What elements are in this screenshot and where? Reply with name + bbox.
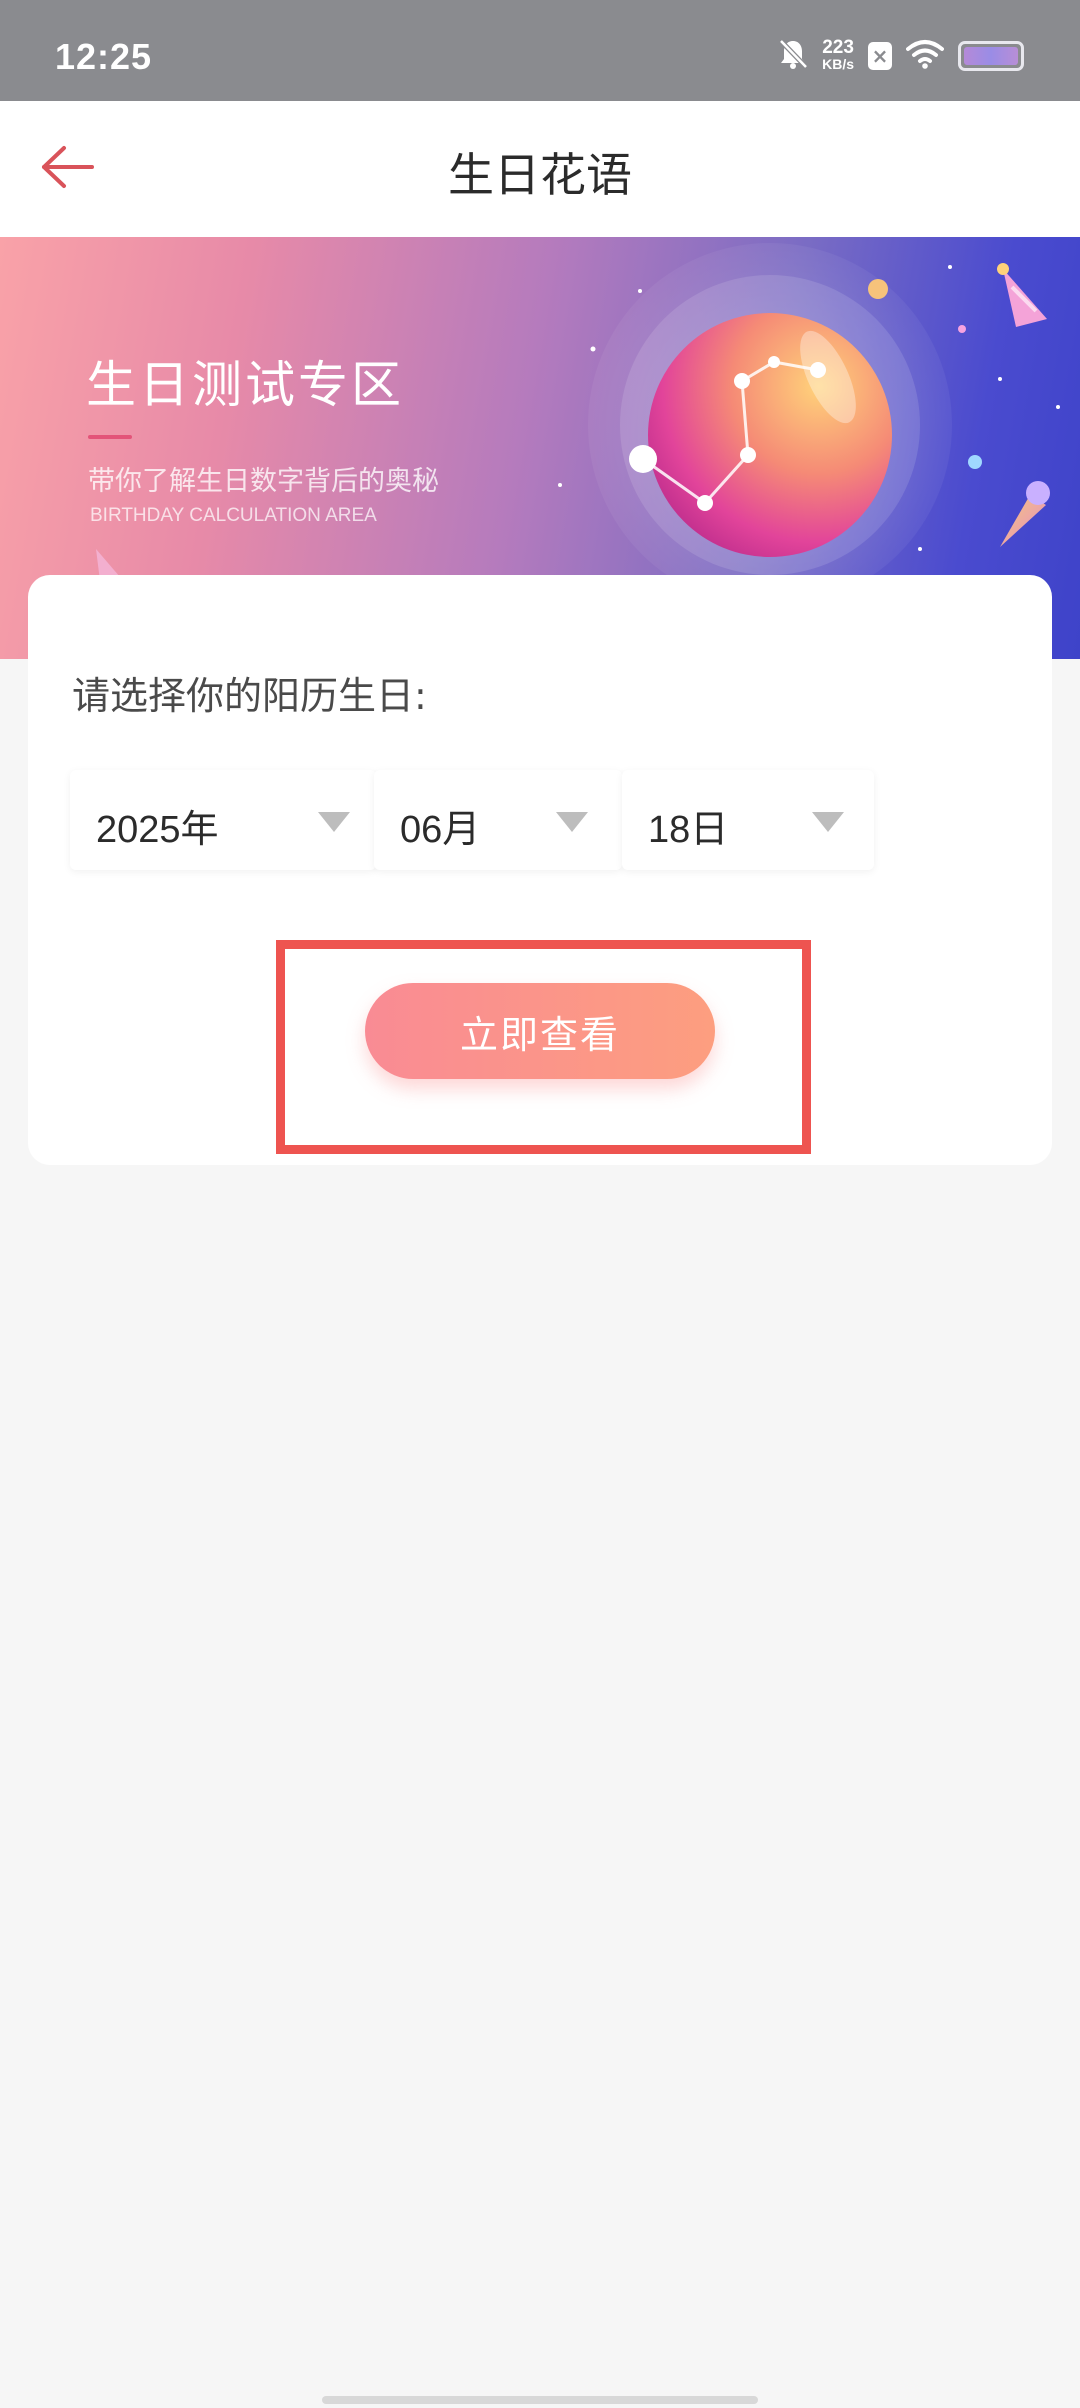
net-speed-unit: KB/s <box>822 56 854 72</box>
top-app-bar: 生日花语 <box>0 101 1080 237</box>
bell-muted-icon <box>778 38 808 74</box>
birthday-prompt: 请选择你的阳历生日: <box>72 674 427 718</box>
banner-subtitle: 带你了解生日数字背后的奥秘 <box>88 466 439 497</box>
dropdown-arrow-icon <box>318 812 350 832</box>
status-time: 12:25 <box>55 36 153 77</box>
page-title: 生日花语 <box>448 148 632 202</box>
notification-x-icon: × <box>868 42 892 70</box>
month-select[interactable]: 06月 <box>374 770 622 870</box>
dropdown-arrow-icon <box>556 812 588 832</box>
day-select[interactable]: 18日 <box>622 770 874 870</box>
wifi-icon <box>906 39 944 73</box>
dropdown-arrow-icon <box>812 812 844 832</box>
status-icons: 223 KB/s × <box>778 36 1024 76</box>
home-indicator <box>322 2396 758 2404</box>
banner-subtitle-en: BIRTHDAY CALCULATION AREA <box>90 505 377 526</box>
month-value: 06月 <box>400 809 481 851</box>
year-value: 2025年 <box>96 809 219 851</box>
year-select[interactable]: 2025年 <box>70 770 376 870</box>
banner-divider <box>88 435 132 439</box>
net-speed: 223 KB/s <box>822 37 854 73</box>
banner-title: 生日测试专区 <box>86 356 404 414</box>
day-value: 18日 <box>648 809 729 851</box>
net-speed-value: 223 <box>822 37 854 58</box>
view-now-button[interactable]: 立即查看 <box>365 983 715 1079</box>
status-bar: 12:25 223 KB/s × <box>0 0 1080 101</box>
battery-icon <box>958 41 1024 71</box>
